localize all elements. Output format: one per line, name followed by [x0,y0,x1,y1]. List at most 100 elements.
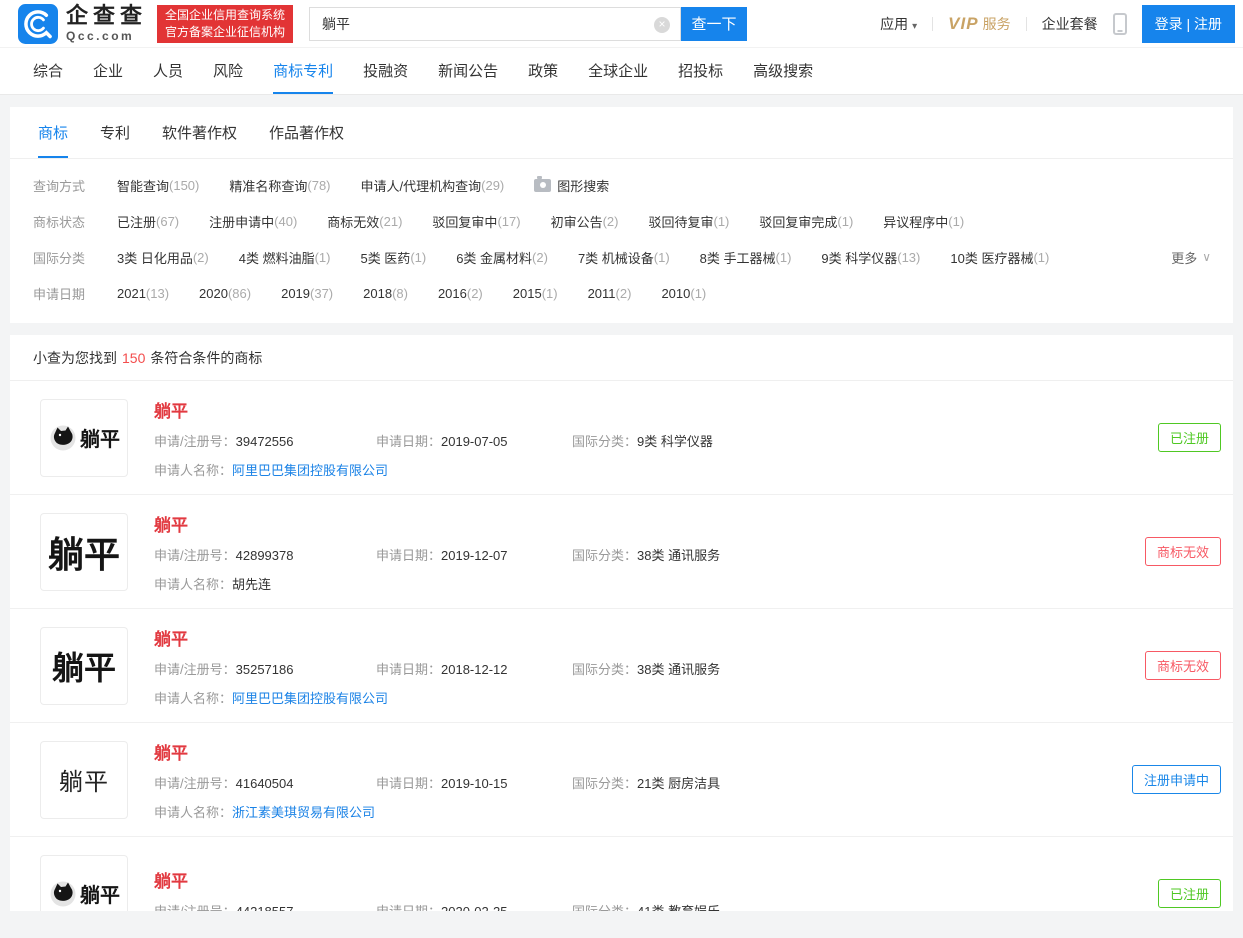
results-count: 150 [122,349,146,366]
main-nav: 综合 企业 人员 风险 商标专利 投融资 新闻公告 政策 全球企业 招投标 高级搜索 [0,48,1243,95]
filter-option[interactable]: 9类 科学仪器 (13) [821,248,920,267]
nav-tab-3[interactable]: 风险 [213,48,243,94]
intl-class: 国际分类：21类 厨房洁具 [572,775,721,791]
result-item[interactable]: 躺平 躺平 申请/注册号：41640504 申请日期：2019-10-15 国际分类：2… [10,723,1233,837]
filter-option[interactable]: 10类 医疗器械 (1) [950,248,1049,267]
result-item[interactable]: 躺平 躺平 申请/注册号：39472556 申请日期：2019-07-05 国际分类：9… [10,381,1233,495]
subnav-tab-3[interactable]: 作品著作权 [269,107,344,158]
subnav-tab-1[interactable]: 专利 [100,107,130,158]
filter-option[interactable]: 2021 (13) [117,286,169,301]
filter-option[interactable]: 驳回待复审 (1) [648,212,729,231]
filter-option[interactable]: 2015 (1) [513,286,558,301]
qcc-logo[interactable]: 企查查 Qcc.com 全国企业信用查询系统 官方备案企业征信机构 [18,3,294,44]
applicant-name[interactable]: 阿里巴巴集团控股有限公司 [232,463,388,478]
filter-option[interactable]: 注册申请中 (40) [209,212,297,231]
application-date: 申请日期：2019-07-05 [376,433,508,449]
result-list: 躺平 躺平 申请/注册号：39472556 申请日期：2019-07-05 国际分类：9… [10,381,1233,911]
filter-option[interactable]: 异议程序中 (1) [883,212,964,231]
applicant-name[interactable]: 浙江素美琪贸易有限公司 [232,805,375,820]
nav-tab-8[interactable]: 全球企业 [588,48,648,94]
filter-row: 商标状态 已注册 (67) 注册申请中 (40) 商标无效 (21) 驳回复审中 (17) 初审公… [33,203,1213,239]
search-button[interactable]: 查一下 [681,6,748,41]
filter-row: 国际分类 3类 日化用品 (2) 4类 燃料油脂 (1) 5类 医药 (1) 6类 金属材料(… [33,239,1213,275]
status-badge: 已注册 [1157,423,1221,452]
more-filters-link[interactable]: 更多 ∨ [1171,248,1213,267]
trademark-image: 躺平 [40,626,128,705]
status-badge: 商标无效 [1144,537,1221,566]
vip-service-link[interactable]: VIP 服务 [948,14,1010,34]
gov-badge-line2: 官方备案企业征信机构 [165,24,286,39]
nav-tab-9[interactable]: 招投标 [678,48,723,94]
filter-option[interactable]: 4类 燃料油脂 (1) [239,248,331,267]
registration-number: 申请/注册号：41640504 [154,775,294,791]
vip-logo: VIP [948,13,979,33]
enterprise-package-link[interactable]: 企业套餐 [1042,14,1098,34]
filter-option[interactable]: 商标无效 (21) [327,212,402,231]
filter-option[interactable]: 驳回复审中 (17) [432,212,520,231]
nav-tab-4[interactable]: 商标专利 [273,48,334,94]
trademark-image-text: 躺平 [80,429,120,451]
nav-tab-0[interactable]: 综合 [33,48,63,94]
filter-option[interactable]: 3类 日化用品 (2) [117,248,209,267]
filter-option[interactable]: 2010 (1) [661,286,706,301]
nav-tab-1[interactable]: 企业 [93,48,123,94]
mobile-app-icon[interactable] [1112,12,1127,35]
divider [932,16,934,31]
brand-domain: Qcc.com [66,28,135,43]
filter-option[interactable]: 智能查询 (150) [117,176,199,195]
applicant-name: 胡先连 [232,576,272,592]
trademark-title[interactable]: 躺平 [154,511,1145,536]
login-register-button[interactable]: 登录 | 注册 [1141,4,1235,43]
trademark-title[interactable]: 躺平 [154,397,1158,422]
filter-option[interactable]: 5类 医药 (1) [360,248,426,267]
filter-section: 查询方式 智能查询 (150) 精准名称查询 (78) 申请人/代理机构查询 (29) 图形搜… [10,159,1233,323]
registration-number: 申请/注册号：39472556 [154,433,294,449]
nav-tab-5[interactable]: 投融资 [363,48,408,94]
results-summary: 小查为您找到 150 条符合条件的商标 [10,335,1233,381]
trademark-image: 躺平 [40,398,128,477]
apps-menu[interactable]: 应用 ▾ [880,14,917,34]
result-item[interactable]: 躺平躺平申请/注册号：44218557申请日期：2020-02-25国际分类：4… [10,837,1233,911]
filter-option[interactable]: 图形搜索 [534,175,609,195]
filter-option[interactable]: 8类 手工器械 (1) [700,248,792,267]
nav-tab-6[interactable]: 新闻公告 [438,48,498,94]
applicant-name[interactable]: 阿里巴巴集团控股有限公司 [232,691,388,706]
filter-option[interactable]: 2011 (2) [588,286,632,301]
subnav-tab-0[interactable]: 商标 [38,107,69,158]
camera-icon [534,175,552,192]
filter-options: 智能查询 (150) 精准名称查询 (78) 申请人/代理机构查询 (29) 图形搜索 [117,175,1213,195]
filter-option[interactable]: 2020 (86) [199,286,251,301]
trademark-title[interactable]: 躺平 [154,739,1132,764]
summary-suffix: 条符合条件的商标 [150,349,263,366]
nav-tab-7[interactable]: 政策 [528,48,558,94]
clear-search-icon[interactable]: × [654,16,671,33]
filter-option[interactable]: 2019 (37) [281,286,333,301]
search-input[interactable] [310,7,681,40]
subnav-tab-2[interactable]: 软件著作权 [162,107,237,158]
divider [1025,16,1027,31]
trademark-title[interactable]: 躺平 [154,625,1145,650]
gov-credential-badge: 全国企业信用查询系统 官方备案企业征信机构 [157,4,294,43]
filter-label: 查询方式 [33,178,86,194]
nav-tab-10[interactable]: 高级搜索 [753,48,813,94]
filter-label: 国际分类 [33,250,86,266]
filter-option[interactable]: 申请人/代理机构查询 (29) [361,176,505,195]
filter-option[interactable]: 7类 机械设备 (1) [578,248,670,267]
filter-option[interactable]: 精准名称查询 (78) [229,176,330,195]
sub-nav: 商标 专利 软件著作权 作品著作权 [10,107,1233,159]
filter-option[interactable]: 初审公告 (2) [551,212,619,231]
filter-label: 商标状态 [33,214,86,230]
filter-option[interactable]: 已注册 (67) [117,212,179,231]
summary-prefix: 小查为您找到 [33,349,117,366]
trademark-image-text: 躺平 [51,649,116,686]
trademark-title[interactable]: 躺平 [154,867,1158,892]
filter-option[interactable]: 2018 (8) [363,286,408,301]
filter-option[interactable]: 2016 (2) [438,286,483,301]
nav-tab-2[interactable]: 人员 [153,48,183,94]
filter-option[interactable]: 驳回复审完成 (1) [759,212,853,231]
trademark-image-text: 躺平 [47,533,120,575]
result-item[interactable]: 躺平 躺平 申请/注册号：42899378 申请日期：2019-12-07 国际分类：3… [10,495,1233,609]
filter-option[interactable]: 6类 金属材料 (2) [456,248,548,267]
result-item[interactable]: 躺平 躺平 申请/注册号：35257186 申请日期：2018-12-12 国际分类：3… [10,609,1233,723]
registration-number: 申请/注册号：35257186 [154,661,294,677]
